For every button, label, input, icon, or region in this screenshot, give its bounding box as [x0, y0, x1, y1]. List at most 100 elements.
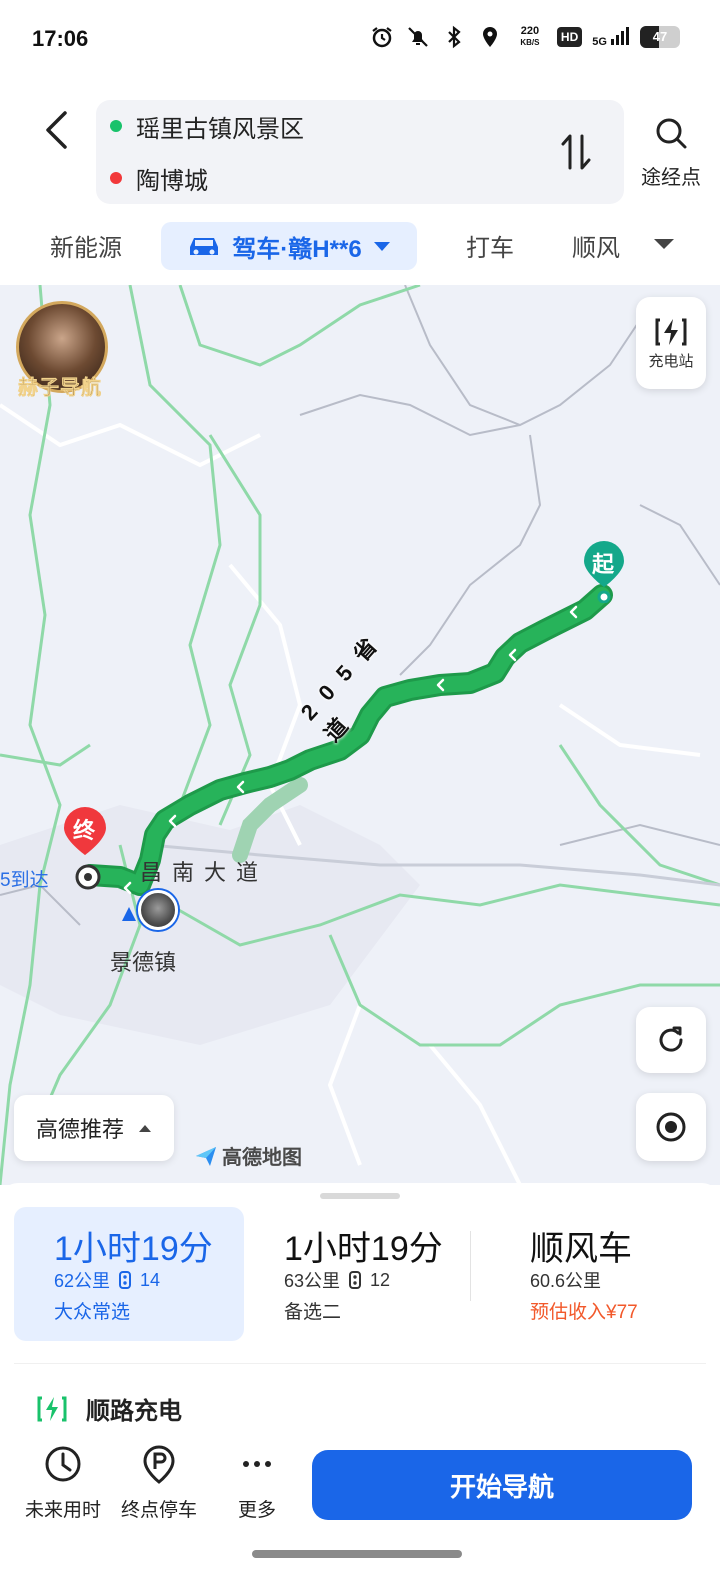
- status-time: 17:06: [32, 26, 89, 51]
- route-header: 瑶里古镇风景区 陶博城 途经点 新能源 驾车·赣H**6 打车 顺风: [0, 80, 720, 290]
- traffic-light-icon: [119, 1271, 132, 1289]
- signal-bars-icon: [611, 26, 629, 45]
- start-marker-label: 起: [592, 552, 615, 577]
- direction-arrow-icon: [122, 907, 136, 921]
- caret-up-icon: [139, 1125, 151, 1132]
- destination-field[interactable]: 陶博城: [110, 152, 208, 204]
- plan-card-1[interactable]: 1小时19分 62公里 14 大众常选: [14, 1207, 244, 1341]
- via-point-label: 途经点: [641, 167, 701, 189]
- arrive-time-label: 5到达: [0, 870, 49, 891]
- mode-tabs: 新能源 驾车·赣H**6 打车 顺风: [0, 220, 720, 276]
- plan-separator: [470, 1231, 471, 1301]
- swap-icon: [561, 134, 591, 170]
- via-point-button[interactable]: 途经点: [636, 116, 706, 190]
- net-speed-unit: KB/S: [520, 38, 540, 47]
- tab-drive-label: 驾车·赣H**6: [232, 235, 362, 263]
- city-label: 景德镇: [110, 950, 177, 975]
- traffic-light-icon: [349, 1271, 362, 1289]
- car-icon: [190, 238, 219, 255]
- network-speed: 220 KB/S: [513, 26, 547, 48]
- plan-3-meta: 60.6公里: [530, 1267, 601, 1293]
- tab-carpool[interactable]: 顺风: [572, 228, 620, 263]
- route-input-box: 瑶里古镇风景区 陶博城: [96, 100, 624, 204]
- start-marker[interactable]: 起: [582, 539, 626, 608]
- signal-indicator: 5G: [592, 26, 630, 48]
- future-time-label: 未来用时: [24, 1500, 101, 1521]
- plan-1-meta: 62公里 14: [54, 1267, 160, 1293]
- caret-down-icon: [373, 242, 390, 251]
- back-arrow-icon: [46, 111, 67, 149]
- alarm-icon: [369, 24, 395, 50]
- more-dots-icon: [243, 1461, 271, 1467]
- end-marker-label: 终: [73, 818, 96, 843]
- amap-logo-text: 高德地图: [222, 1147, 302, 1169]
- plan-1-distance: 62公里: [54, 1271, 111, 1291]
- plan-card-carpool[interactable]: 顺风车 60.6公里 预估收入¥77: [530, 1207, 710, 1341]
- destination-text: 陶博城: [136, 167, 208, 195]
- end-parking-label: 终点停车: [120, 1500, 197, 1521]
- location-icon: [477, 24, 503, 50]
- tab-new-energy[interactable]: 新能源: [50, 228, 122, 263]
- end-marker[interactable]: 终: [62, 805, 108, 862]
- tab-drive[interactable]: 驾车·赣H**6: [161, 222, 417, 270]
- refresh-icon: [659, 1026, 683, 1052]
- more-label: 更多: [237, 1500, 276, 1521]
- bottom-action-bar: 未来用时 终点停车 更多 开始导航: [0, 1430, 720, 1584]
- start-navigation-button[interactable]: 开始导航: [312, 1450, 692, 1520]
- home-indicator[interactable]: [252, 1550, 462, 1558]
- destination-dot-icon: [110, 172, 122, 184]
- plan-1-time: 1小时19分: [54, 1230, 213, 1268]
- charge-along-route[interactable]: 顺路充电: [36, 1391, 182, 1426]
- end-parking-button[interactable]: 终点停车: [114, 1444, 204, 1522]
- swap-route-button[interactable]: [556, 128, 596, 176]
- status-icons: 220 KB/S HD 5G 47: [369, 24, 680, 50]
- current-location-avatar: [138, 890, 178, 930]
- charging-bolt-icon: [37, 1396, 67, 1421]
- origin-dot-icon: [110, 120, 122, 132]
- origin-field[interactable]: 瑶里古镇风景区: [110, 100, 304, 152]
- bluetooth-icon: [441, 24, 467, 50]
- battery-level: 47: [652, 29, 668, 44]
- plan-1-lights: 14: [140, 1269, 161, 1290]
- charge-along-route-label: 顺路充电: [86, 1398, 182, 1425]
- plan-3-distance: 60.6公里: [530, 1271, 602, 1291]
- search-icon: [656, 118, 687, 149]
- plan-1-tag: 大众常选: [54, 1302, 131, 1323]
- recommend-label: 高德推荐: [35, 1117, 124, 1142]
- navigator-avatar[interactable]: 赫子导航: [16, 301, 114, 399]
- status-bar: 17:06 220 KB/S HD 5G 47: [0, 0, 720, 80]
- recommend-button[interactable]: 高德推荐: [14, 1095, 174, 1161]
- plan-2-lights: 12: [370, 1269, 391, 1290]
- mute-bell-icon: [405, 24, 431, 50]
- amap-logo: 高德地图: [194, 1141, 302, 1170]
- plan-3-income: 预估收入¥77: [530, 1302, 638, 1323]
- charging-bolt-icon: [655, 318, 687, 345]
- locate-icon: [656, 1112, 686, 1142]
- plan-2-time: 1小时19分: [284, 1230, 443, 1268]
- back-button[interactable]: [34, 104, 78, 156]
- amap-logo-icon: [196, 1146, 216, 1166]
- parking-icon: [143, 1445, 175, 1484]
- more-modes-button[interactable]: [652, 236, 676, 257]
- locate-button[interactable]: [636, 1093, 706, 1161]
- plan-card-2[interactable]: 1小时19分 63公里 12 备选二: [284, 1207, 474, 1341]
- plan-2-tag: 备选二: [284, 1302, 342, 1323]
- caret-down-icon: [654, 239, 674, 249]
- charging-station-label: 充电站: [648, 352, 694, 370]
- future-time-button[interactable]: 未来用时: [18, 1444, 108, 1522]
- tab-taxi[interactable]: 打车: [466, 228, 514, 263]
- plan-2-distance: 63公里: [284, 1271, 341, 1291]
- more-button[interactable]: 更多: [212, 1444, 302, 1522]
- avatar-label: 赫子导航: [18, 377, 102, 400]
- avenue-label: 昌南大道: [140, 860, 269, 885]
- plan-3-title: 顺风车: [530, 1230, 632, 1268]
- net-speed-value: 220: [520, 25, 540, 37]
- battery-icon: 47: [640, 26, 680, 48]
- clock-icon: [45, 1446, 81, 1482]
- charging-station-button[interactable]: 充电站: [636, 297, 706, 389]
- sheet-grab-handle[interactable]: [320, 1193, 400, 1199]
- map-view[interactable]: 205省道 昌南大道 景德镇 5到达 赫子导航 起 终 充电站 高德推荐 高德地…: [0, 285, 720, 1185]
- hd-badge: HD: [556, 27, 583, 47]
- plan-2-meta: 63公里 12: [284, 1267, 390, 1293]
- refresh-button[interactable]: [636, 1007, 706, 1073]
